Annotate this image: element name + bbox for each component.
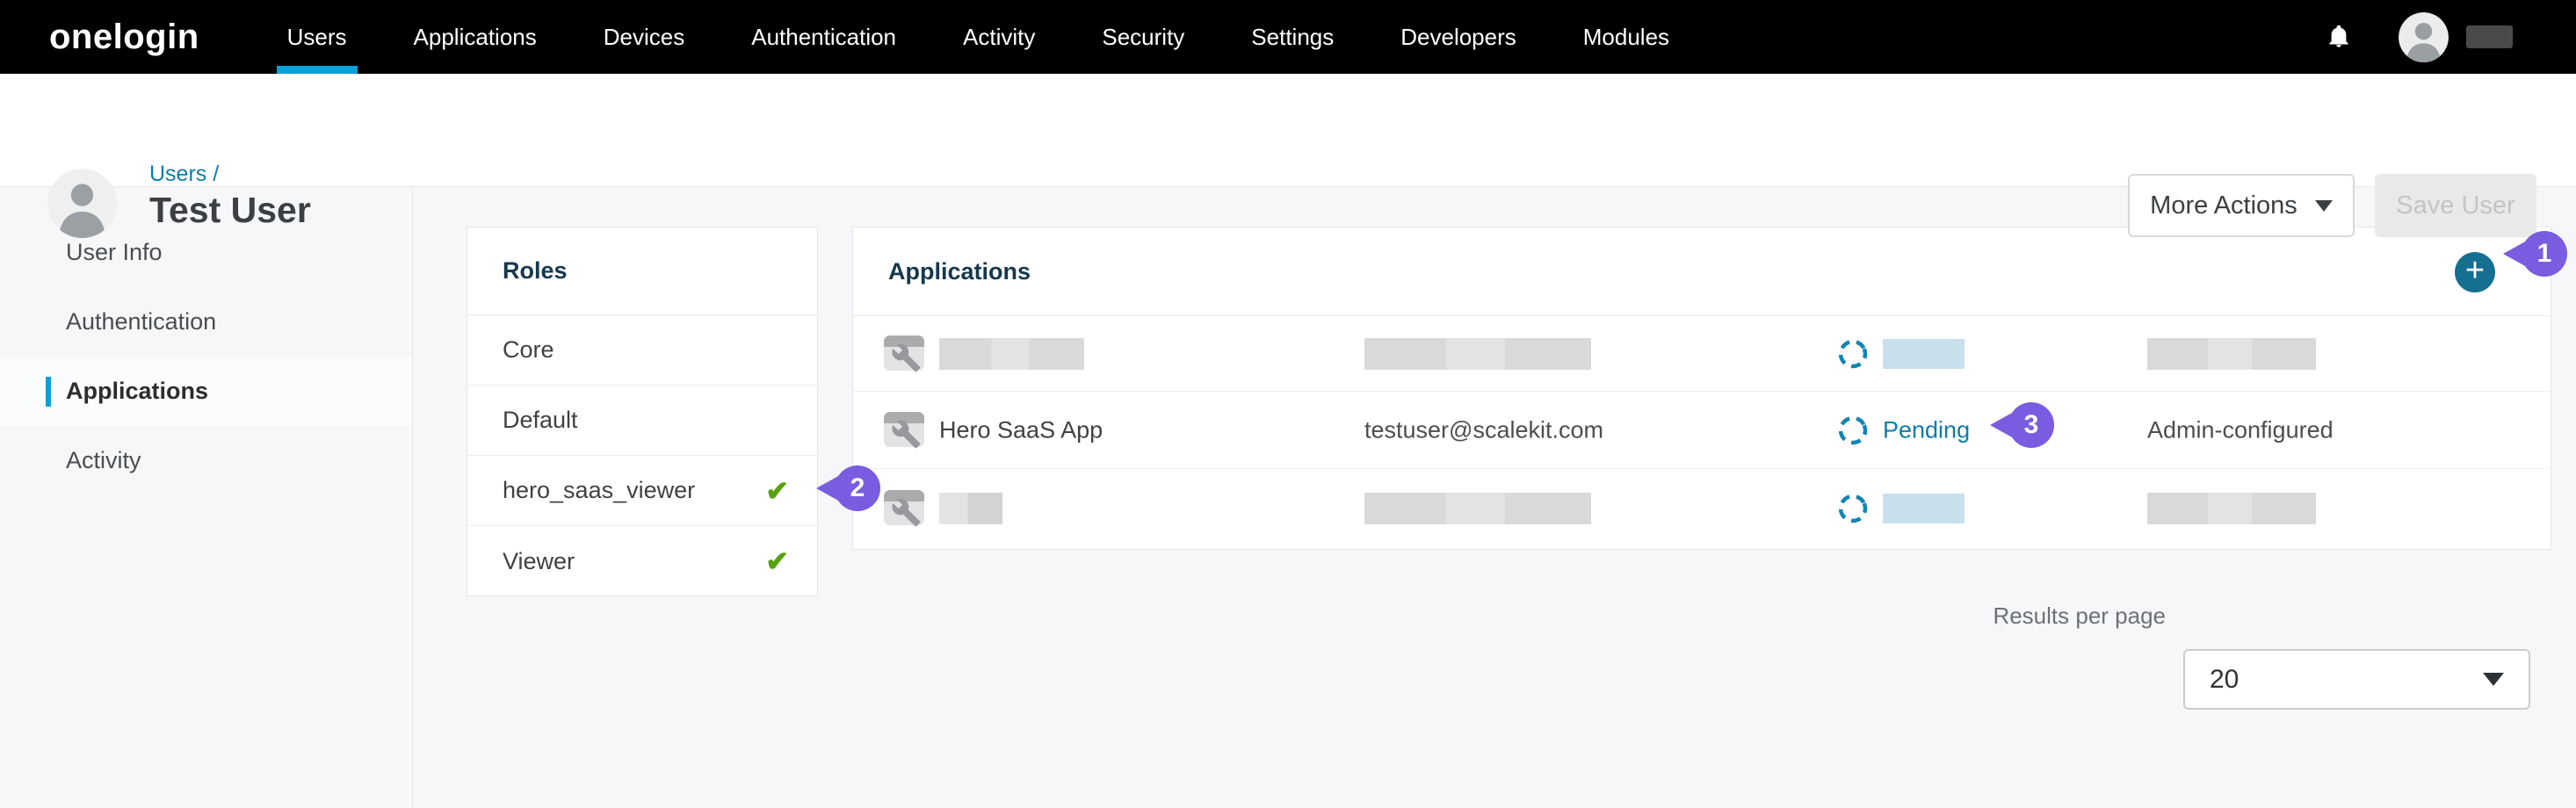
roles-panel-header: Roles — [467, 227, 817, 315]
account-avatar[interactable] — [2399, 12, 2449, 62]
annotation-step-1: 1 — [2522, 231, 2567, 277]
page-size-value: 20 — [2210, 665, 2239, 695]
sidebar-item-label: Activity — [66, 447, 141, 474]
role-row-hero-saas-viewer[interactable]: hero_saas_viewer ✔ — [467, 456, 817, 526]
more-actions-button[interactable]: More Actions — [2128, 174, 2355, 237]
role-label: Core — [503, 336, 554, 364]
application-row-hero-saas-app[interactable]: Hero SaaS App testuser@scalekit.com Pend… — [853, 392, 2551, 469]
results-per-page-select[interactable]: 20 — [2183, 649, 2530, 710]
app-placeholder-icon — [884, 334, 928, 374]
check-icon: ✔ — [765, 547, 789, 575]
nav-tab-activity[interactable]: Activity — [963, 0, 1035, 74]
sidebar-item-label: Authentication — [66, 308, 216, 335]
page-title: Test User — [149, 190, 311, 231]
breadcrumb-users-link[interactable]: Users / — [149, 162, 219, 187]
role-label: hero_saas_viewer — [503, 477, 695, 504]
nav-tab-developers[interactable]: Developers — [1400, 0, 1516, 74]
annotation-step-2: 2 — [835, 465, 880, 511]
app-name-redacted — [939, 493, 1002, 524]
role-label: Default — [503, 407, 578, 434]
onelogin-admin-page: onelogin Users Applications Devices Auth… — [0, 0, 2576, 808]
nav-tab-modules[interactable]: Modules — [1583, 0, 1669, 74]
results-per-page-label: Results per page — [1902, 602, 2166, 630]
nav-tab-security[interactable]: Security — [1102, 0, 1184, 74]
nav-tab-authentication[interactable]: Authentication — [751, 0, 896, 74]
provisioning-spinner-icon — [1836, 492, 1870, 525]
app-name: Hero SaaS App — [939, 416, 1103, 444]
provisioning-spinner-icon — [1836, 337, 1870, 371]
app-login: testuser@scalekit.com — [1364, 416, 1603, 444]
role-row-default[interactable]: Default — [467, 386, 817, 456]
app-config-redacted — [2147, 493, 2316, 524]
active-indicator-bar — [46, 377, 51, 407]
sidebar-item-applications[interactable]: Applications — [0, 357, 412, 426]
sidebar-item-label: User Info — [66, 239, 163, 266]
app-login-redacted — [1364, 493, 1591, 524]
app-login-redacted — [1364, 338, 1591, 370]
nav-tab-settings[interactable]: Settings — [1251, 0, 1334, 74]
add-application-button[interactable]: + — [2455, 252, 2495, 292]
nav-tab-users[interactable]: Users — [287, 0, 347, 74]
application-row-redacted[interactable] — [853, 316, 2551, 392]
nav-tab-devices[interactable]: Devices — [604, 0, 684, 74]
role-row-core[interactable]: Core — [467, 315, 817, 386]
applications-title: Applications — [888, 258, 1031, 285]
onelogin-logo[interactable]: onelogin — [49, 18, 199, 57]
app-placeholder-icon — [884, 410, 928, 451]
app-config-redacted — [2147, 338, 2316, 370]
provisioning-spinner-icon — [1836, 414, 1870, 447]
chevron-down-icon — [2315, 200, 2333, 212]
account-name-redacted[interactable] — [2466, 25, 2513, 48]
save-user-button-disabled[interactable]: Save User — [2375, 174, 2536, 237]
check-icon: ✔ — [765, 477, 789, 505]
content-area: User Info Authentication Applications Ac… — [0, 188, 2576, 808]
chevron-down-icon — [2483, 673, 2504, 686]
notifications-bell-icon[interactable] — [2326, 25, 2351, 49]
applications-panel: Applications + — [852, 227, 2551, 550]
user-avatar — [47, 169, 117, 238]
user-sidebar: User Info Authentication Applications Ac… — [0, 188, 413, 808]
app-placeholder-icon — [884, 488, 928, 529]
applications-panel-header: Applications + — [853, 227, 2551, 316]
nav-tab-applications[interactable]: Applications — [414, 0, 537, 74]
role-label: Viewer — [503, 548, 575, 575]
sidebar-item-label: Applications — [66, 378, 208, 405]
roles-panel: Roles Core Default hero_saas_viewer ✔ Vi… — [467, 227, 818, 596]
user-page-header: Users / Test User More Actions Save User — [0, 74, 2576, 187]
sidebar-item-activity[interactable]: Activity — [0, 426, 412, 495]
more-actions-label: More Actions — [2150, 191, 2297, 220]
top-nav-items: Users Applications Devices Authenticatio… — [287, 0, 1736, 74]
application-row-redacted[interactable] — [853, 469, 2551, 548]
app-status-redacted — [1883, 339, 1965, 369]
top-nav-right — [2326, 12, 2513, 62]
app-status-redacted — [1883, 494, 1965, 523]
app-name-redacted — [939, 338, 1084, 370]
roles-title: Roles — [503, 257, 568, 285]
role-row-viewer[interactable]: Viewer ✔ — [467, 526, 817, 596]
annotation-step-3: 3 — [2008, 402, 2054, 448]
app-status-pending: Pending — [1883, 416, 1970, 444]
app-config: Admin-configured — [2147, 416, 2334, 444]
top-nav: onelogin Users Applications Devices Auth… — [0, 0, 2576, 74]
sidebar-item-authentication[interactable]: Authentication — [0, 287, 412, 357]
